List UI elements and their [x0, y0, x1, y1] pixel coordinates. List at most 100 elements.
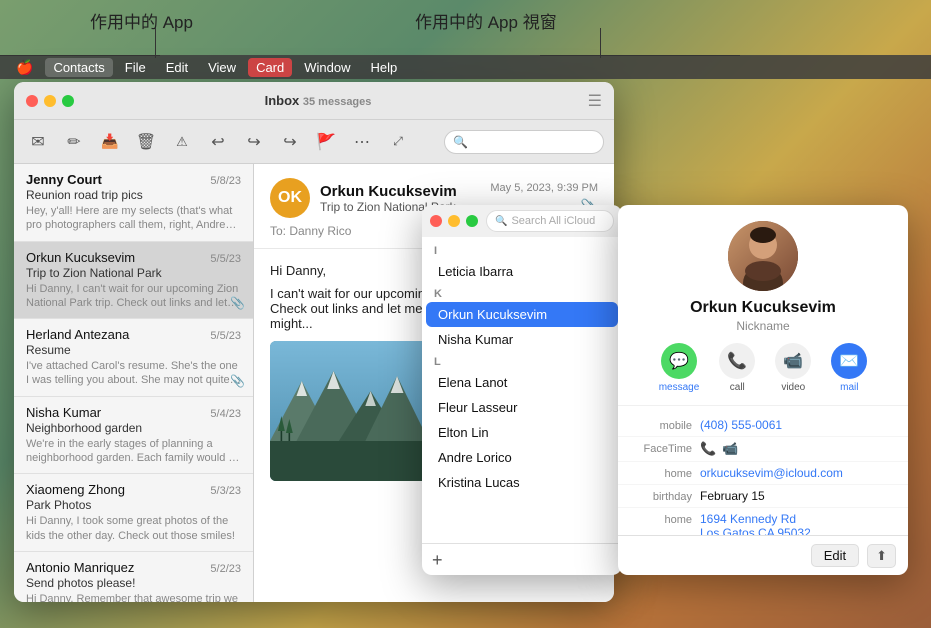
video-action[interactable]: 📹 video: [775, 343, 811, 393]
mobile-value[interactable]: (408) 555-0061: [700, 418, 894, 432]
contact-item[interactable]: Andre Lorico: [426, 445, 618, 470]
add-contact-button[interactable]: +: [432, 551, 443, 569]
contacts-footer: +: [422, 543, 622, 575]
menu-file[interactable]: File: [117, 58, 154, 77]
contact-detail-header: Orkun Kucuksevim Nickname 💬 message 📞 ca…: [618, 205, 908, 406]
facetime-value: 📞 📹: [700, 441, 894, 457]
menu-window[interactable]: Window: [296, 58, 358, 77]
message-item[interactable]: Antonio Manriquez 5/2/23 Send photos ple…: [14, 552, 253, 602]
search-icon: 🔍: [495, 216, 507, 227]
field-home-email: home orkucuksevim@icloud.com: [618, 462, 908, 485]
contact-item-selected[interactable]: Orkun Kucuksevim: [426, 302, 618, 327]
mail-action[interactable]: ✉️ mail: [831, 343, 867, 393]
edit-button[interactable]: Edit: [811, 544, 859, 567]
message-item[interactable]: Orkun Kucuksevim 5/5/23 Trip to Zion Nat…: [14, 242, 253, 320]
contact-actions: 💬 message 📞 call 📹 video ✉️ mail: [659, 343, 868, 393]
contact-photo: [728, 221, 798, 291]
sender-avatar: OK: [270, 178, 310, 218]
junk-icon[interactable]: ⚠: [168, 128, 196, 156]
attachment-icon: 📎: [230, 296, 245, 310]
delete-icon[interactable]: 🗑: [132, 128, 160, 156]
annotation-line-app: [155, 28, 156, 58]
call-label: call: [730, 382, 745, 393]
mobile-label: mobile: [632, 418, 692, 432]
archive-icon[interactable]: 📥: [96, 128, 124, 156]
message-item[interactable]: Jenny Court 5/8/23 Reunion road trip pic…: [14, 164, 253, 242]
contacts-window: 🔍 Search All iCloud I Leticia Ibarra K O…: [422, 205, 622, 575]
contact-detail-footer: Edit ⬆: [618, 535, 908, 575]
maximize-button[interactable]: [62, 95, 74, 107]
section-header-k: K: [422, 284, 622, 302]
sidebar-toggle-icon[interactable]: ☰: [588, 91, 602, 111]
contact-detail-card: Orkun Kucuksevim Nickname 💬 message 📞 ca…: [618, 205, 908, 575]
menu-help[interactable]: Help: [363, 58, 406, 77]
window-title: Inbox 35 messages: [74, 93, 562, 108]
sender-name: Orkun Kucuksevim: [320, 183, 480, 200]
mail-icon: ✉️: [831, 343, 867, 379]
contacts-list: I Leticia Ibarra K Orkun Kucuksevim Nish…: [422, 237, 622, 543]
compose-icon[interactable]: ✉: [24, 128, 52, 156]
menu-view[interactable]: View: [200, 58, 244, 77]
contacts-close[interactable]: [430, 215, 442, 227]
mail-search[interactable]: 🔍: [444, 130, 604, 154]
field-facetime: FaceTime 📞 📹: [618, 437, 908, 462]
contact-name: Orkun Kucuksevim: [690, 299, 836, 317]
contacts-minimize[interactable]: [448, 215, 460, 227]
message-icon: 💬: [661, 343, 697, 379]
contact-item[interactable]: Elena Lanot: [426, 370, 618, 395]
forward-icon[interactable]: ↪: [276, 128, 304, 156]
mail-label: mail: [840, 382, 858, 393]
facetime-label: FaceTime: [632, 441, 692, 455]
traffic-lights: [26, 95, 74, 107]
active-app-annotation: 作用中的 App: [90, 8, 193, 33]
birthday-label: birthday: [632, 489, 692, 503]
message-action[interactable]: 💬 message: [659, 343, 700, 393]
contact-fields: mobile (408) 555-0061 FaceTime 📞 📹 home …: [618, 406, 908, 535]
search-placeholder: Search All iCloud: [511, 215, 595, 227]
message-item[interactable]: Xiaomeng Zhong 5/3/23 Park Photos Hi Dan…: [14, 474, 253, 552]
contact-item[interactable]: Fleur Lasseur: [426, 395, 618, 420]
menu-edit[interactable]: Edit: [158, 58, 196, 77]
share-button[interactable]: ⬆: [867, 544, 896, 568]
flag-icon[interactable]: 🚩: [312, 128, 340, 156]
facetime-phone-icon[interactable]: 📞: [700, 441, 716, 457]
call-action[interactable]: 📞 call: [719, 343, 755, 393]
menu-card[interactable]: Card: [248, 58, 292, 77]
mail-titlebar: Inbox 35 messages ☰: [14, 82, 614, 120]
reply-icon[interactable]: ↩: [204, 128, 232, 156]
contacts-search[interactable]: 🔍 Search All iCloud: [486, 210, 614, 232]
contacts-traffic-lights: [430, 215, 478, 227]
contact-item[interactable]: Elton Lin: [426, 420, 618, 445]
section-header-i: I: [422, 241, 622, 259]
home-email-label: home: [632, 466, 692, 480]
expand-icon[interactable]: ⤢: [384, 128, 412, 156]
message-list: Jenny Court 5/8/23 Reunion road trip pic…: [14, 164, 254, 602]
apple-menu[interactable]: 🍎: [8, 59, 41, 76]
contact-nickname: Nickname: [736, 319, 789, 333]
home-address-value[interactable]: 1694 Kennedy RdLos Gatos CA 95032: [700, 512, 894, 535]
birthday-value: February 15: [700, 489, 894, 503]
minimize-button[interactable]: [44, 95, 56, 107]
menubar: 🍎 Contacts File Edit View Card Window He…: [0, 55, 931, 79]
contact-item[interactable]: Kristina Lucas: [426, 470, 618, 495]
more-icon[interactable]: ⋯: [348, 128, 376, 156]
contacts-titlebar: 🔍 Search All iCloud: [422, 205, 622, 237]
close-button[interactable]: [26, 95, 38, 107]
contacts-maximize[interactable]: [466, 215, 478, 227]
contact-item[interactable]: Nisha Kumar: [426, 327, 618, 352]
home-address-label: home: [632, 512, 692, 526]
active-window-annotation: 作用中的 App 視窗: [415, 8, 557, 33]
message-item[interactable]: Nisha Kumar 5/4/23 Neighborhood garden W…: [14, 397, 253, 475]
contact-item[interactable]: Leticia Ibarra: [426, 259, 618, 284]
facetime-video-icon[interactable]: 📹: [722, 441, 738, 457]
video-label: video: [781, 382, 805, 393]
reply-all-icon[interactable]: ↪: [240, 128, 268, 156]
section-header-l: L: [422, 352, 622, 370]
message-label: message: [659, 382, 700, 393]
new-message-icon[interactable]: ✏: [60, 128, 88, 156]
menu-contacts[interactable]: Contacts: [45, 58, 112, 77]
message-item[interactable]: Herland Antezana 5/5/23 Resume I've atta…: [14, 319, 253, 397]
home-email-value[interactable]: orkucuksevim@icloud.com: [700, 466, 894, 480]
field-mobile: mobile (408) 555-0061: [618, 414, 908, 437]
annotation-line-window: [600, 28, 601, 58]
